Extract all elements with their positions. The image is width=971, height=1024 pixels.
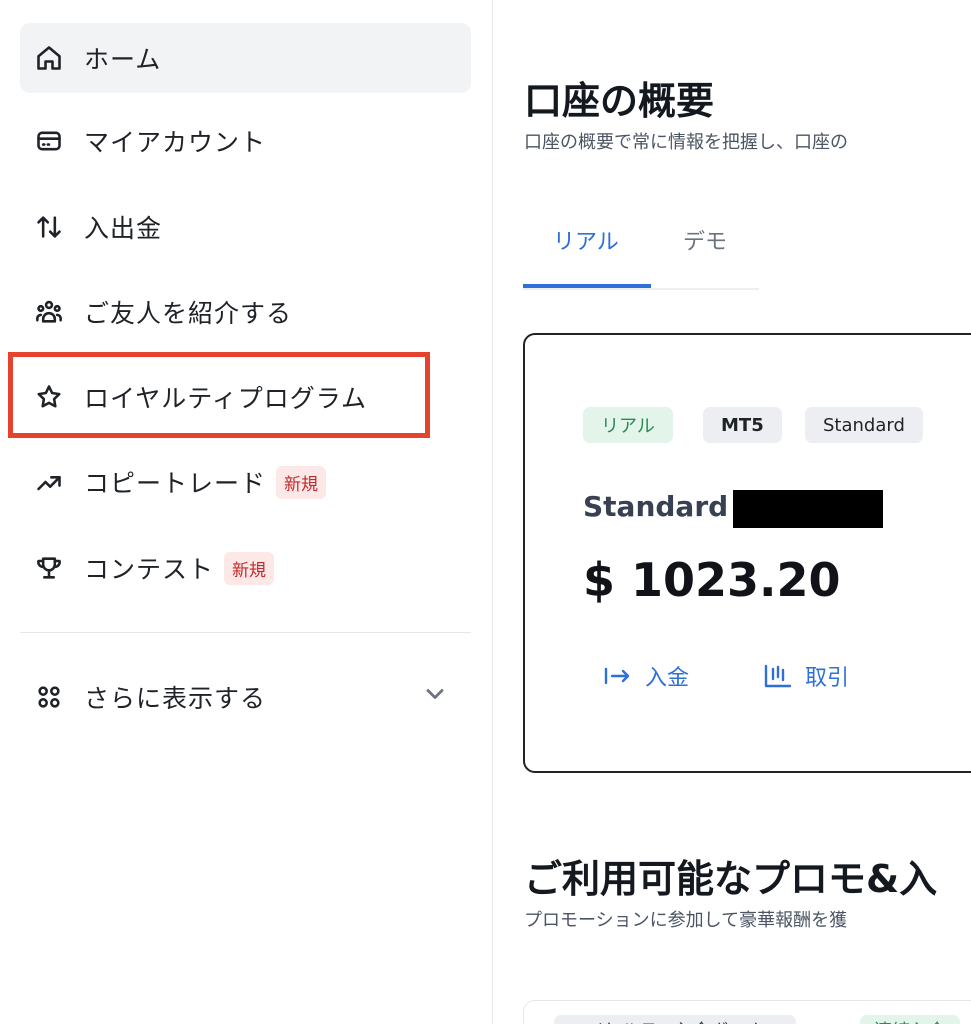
trade-label: 取引 — [805, 666, 850, 691]
sidebar-item-label: ご友人を紹介する — [84, 299, 293, 328]
sidebar-item-label: コンテスト — [84, 555, 215, 584]
new-badge: 新規 — [224, 551, 275, 585]
promo-card[interactable]: ロイヤルティ入金ボーナス 連続入金 — [523, 1000, 971, 1024]
account-tabs: リアル デモ — [523, 218, 759, 290]
trending-up-icon — [34, 467, 64, 497]
account-class-tag: Standard — [805, 407, 923, 443]
redacted-account-number — [733, 490, 883, 528]
chevron-down-icon[interactable] — [421, 680, 449, 708]
sidebar-item-my-account[interactable]: マイアカウント — [20, 106, 471, 176]
promo-section-subtitle: プロモーションに参加して豪華報酬を獲 — [524, 910, 848, 931]
grid-icon — [34, 682, 64, 712]
account-card[interactable]: リアル MT5 Standard Standard $ 1023.20 入金 取… — [523, 333, 971, 773]
new-badge: 新規 — [276, 465, 327, 499]
sidebar-item-label: ホーム — [84, 45, 162, 74]
transfer-arrows-icon — [34, 212, 64, 242]
sidebar-item-label: コピートレード — [84, 469, 267, 498]
sidebar-item-refer-friends[interactable]: ご友人を紹介する — [20, 277, 471, 347]
sidebar-item-home[interactable]: ホーム — [20, 23, 471, 93]
sidebar-item-contest[interactable]: コンテスト 新規 — [20, 533, 471, 603]
page-subtitle: 口座の概要で常に情報を把握し、口座の — [524, 132, 848, 153]
account-name: Standard — [583, 490, 729, 523]
tab-demo[interactable]: デモ — [683, 224, 727, 256]
candlestick-chart-icon — [764, 664, 792, 688]
promo-tag: ロイヤルティ入金ボーナス — [554, 1015, 797, 1024]
trade-button[interactable]: 取引 — [763, 660, 849, 692]
deposit-button[interactable]: 入金 — [603, 660, 689, 692]
account-balance: $ 1023.20 — [583, 553, 841, 607]
sidebar-item-deposit-withdraw[interactable]: 入出金 — [20, 192, 471, 262]
main-content: 口座の概要 口座の概要で常に情報を把握し、口座の リアル デモ リアル MT5 … — [494, 0, 971, 1024]
users-icon — [34, 297, 64, 327]
sidebar-item-label: さらに表示する — [84, 684, 267, 713]
deposit-arrow-icon — [604, 667, 630, 685]
page-title: 口座の概要 — [524, 79, 715, 123]
sidebar-item-copy-trade[interactable]: コピートレード 新規 — [20, 447, 471, 517]
trophy-icon — [34, 553, 64, 583]
sidebar: ホーム マイアカウント 入出金 ご友人を紹介する ロイヤルティプログラム コピー… — [0, 0, 493, 1024]
active-tab-indicator — [523, 284, 651, 288]
promo-tag: 連続入金 — [860, 1015, 960, 1024]
sidebar-item-label: 入出金 — [84, 214, 163, 243]
tab-real[interactable]: リアル — [553, 224, 619, 256]
home-icon — [34, 43, 64, 73]
sidebar-item-show-more[interactable]: さらに表示する — [20, 662, 471, 732]
promo-section-title: ご利用可能なプロモ&入 — [524, 857, 938, 901]
platform-tag: MT5 — [703, 407, 782, 443]
sidebar-item-label: マイアカウント — [84, 128, 267, 157]
account-type-tag: リアル — [583, 407, 673, 443]
sidebar-divider — [20, 632, 471, 633]
deposit-label: 入金 — [645, 666, 690, 691]
card-icon — [34, 126, 64, 156]
highlight-box — [8, 352, 430, 438]
